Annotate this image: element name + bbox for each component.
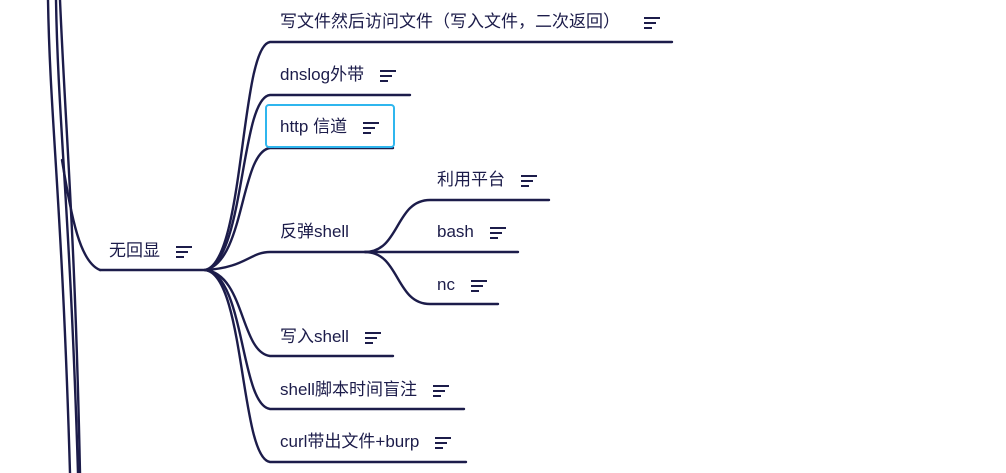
node-dnslog[interactable]: dnslog外带: [280, 65, 397, 85]
node-reverse-shell-label: 反弹shell: [280, 222, 349, 241]
menu-lines-icon[interactable]: [380, 69, 397, 82]
node-nc[interactable]: nc: [437, 275, 487, 295]
node-platform[interactable]: 利用平台: [437, 170, 537, 190]
node-reverse-shell[interactable]: 反弹shell: [280, 222, 349, 242]
node-root-label: 无回显: [109, 241, 160, 260]
node-time-blind-label: shell脚本时间盲注: [280, 380, 417, 399]
node-write-file[interactable]: 写文件然后访问文件（写入文件，二次返回）: [280, 12, 660, 32]
menu-lines-icon[interactable]: [470, 279, 487, 292]
menu-lines-icon[interactable]: [435, 436, 452, 449]
node-write-shell[interactable]: 写入shell: [280, 327, 381, 347]
menu-lines-icon[interactable]: [364, 331, 381, 344]
node-write-shell-label: 写入shell: [280, 327, 349, 346]
node-dnslog-label: dnslog外带: [280, 65, 365, 84]
node-platform-label: 利用平台: [437, 170, 505, 189]
node-time-blind[interactable]: shell脚本时间盲注: [280, 380, 449, 400]
node-curl[interactable]: curl带出文件+burp: [280, 432, 452, 452]
node-http-channel-label: http 信道: [280, 117, 348, 136]
menu-lines-icon[interactable]: [363, 121, 380, 134]
menu-lines-icon[interactable]: [432, 384, 449, 397]
menu-lines-icon[interactable]: [176, 245, 192, 258]
menu-lines-icon[interactable]: [644, 16, 660, 29]
branch-reverse-shell: [203, 250, 367, 272]
node-write-file-label: 写文件然后访问文件（写入文件，二次返回）: [280, 12, 620, 31]
node-curl-label: curl带出文件+burp: [280, 432, 420, 451]
node-root[interactable]: 无回显: [109, 241, 192, 261]
node-bash-label: bash: [437, 222, 474, 241]
node-bash[interactable]: bash: [437, 222, 506, 242]
menu-lines-icon[interactable]: [521, 174, 537, 187]
node-nc-label: nc: [437, 275, 455, 294]
menu-lines-icon[interactable]: [489, 226, 506, 239]
node-http-channel[interactable]: http 信道: [280, 117, 380, 137]
